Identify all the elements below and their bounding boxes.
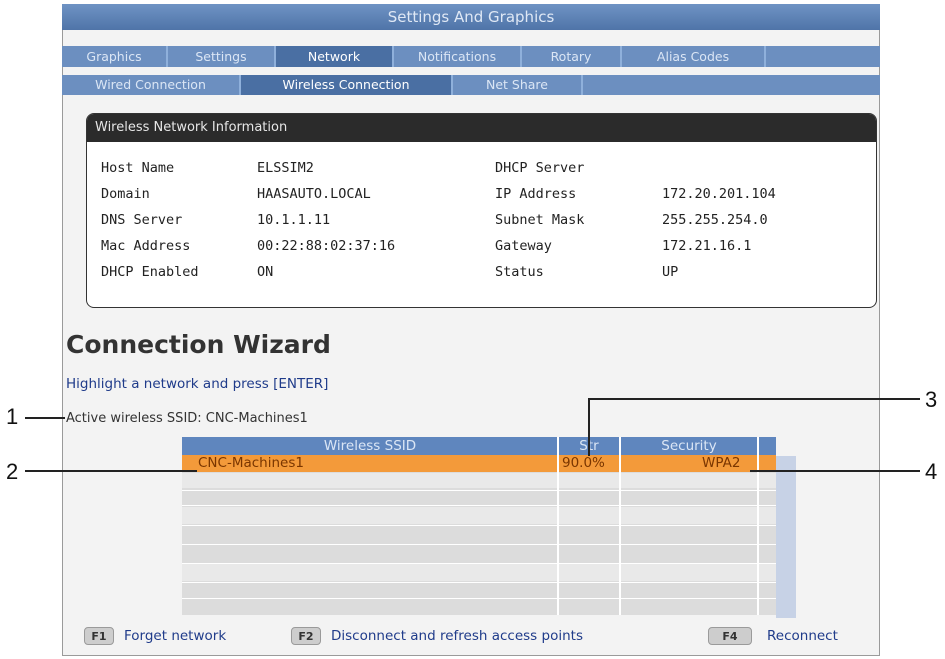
- info-label-gateway: Gateway: [495, 238, 552, 254]
- f1-key[interactable]: F1: [84, 627, 114, 645]
- info-value-ip-address: 172.20.201.104: [662, 186, 776, 202]
- secondary-tab-bar: Wired Connection Wireless Connection Net…: [62, 75, 880, 95]
- wireless-info-panel: Wireless Network Information Host Name E…: [86, 113, 877, 308]
- info-label-dns-server: DNS Server: [101, 212, 183, 228]
- info-value-mac-address: 00:22:88:02:37:16: [257, 238, 396, 254]
- tab-graphics[interactable]: Graphics: [62, 46, 168, 67]
- callout-4: 4: [925, 459, 938, 484]
- tab-rotary[interactable]: Rotary: [522, 46, 622, 67]
- f2-label: Disconnect and refresh access points: [331, 628, 583, 644]
- callout-3: 3: [925, 387, 938, 412]
- primary-tab-bar: Graphics Settings Network Notifications …: [62, 46, 880, 67]
- wizard-hint: Highlight a network and press [ENTER]: [66, 376, 329, 392]
- window-title: Settings And Graphics: [62, 4, 880, 30]
- info-label-status: Status: [495, 264, 544, 280]
- info-panel-title: Wireless Network Information: [87, 114, 876, 142]
- callout-1: 1: [6, 404, 19, 429]
- info-value-subnet-mask: 255.255.254.0: [662, 212, 768, 228]
- callout-3-line-v: [588, 398, 590, 456]
- f4-label: Reconnect: [767, 628, 838, 644]
- info-label-host-name: Host Name: [101, 160, 175, 176]
- tab-notifications[interactable]: Notifications: [394, 46, 522, 67]
- info-value-dhcp-enabled: ON: [257, 264, 274, 280]
- info-value-dns-server: 10.1.1.11: [257, 212, 331, 228]
- network-table-grid: [182, 437, 776, 615]
- tab-wireless-connection[interactable]: Wireless Connection: [241, 75, 453, 95]
- active-ssid-text: Active wireless SSID: CNC-Machines1: [66, 411, 308, 426]
- callout-1-line: [25, 417, 65, 419]
- info-label-ip-address: IP Address: [495, 186, 577, 202]
- tab-settings[interactable]: Settings: [168, 46, 276, 67]
- info-label-dhcp-server: DHCP Server: [495, 160, 585, 176]
- wizard-title: Connection Wizard: [66, 330, 331, 359]
- info-label-subnet-mask: Subnet Mask: [495, 212, 585, 228]
- tab-wired-connection[interactable]: Wired Connection: [62, 75, 241, 95]
- tab-alias-codes[interactable]: Alias Codes: [622, 46, 766, 67]
- callout-2: 2: [6, 459, 19, 484]
- info-value-domain: HAASAUTO.LOCAL: [257, 186, 371, 202]
- column-divider: [557, 437, 559, 615]
- f2-key[interactable]: F2: [291, 627, 321, 645]
- network-table-scroll-track[interactable]: [776, 456, 796, 618]
- info-label-mac-address: Mac Address: [101, 238, 191, 254]
- info-value-gateway: 172.21.16.1: [662, 238, 752, 254]
- callout-3-line-h: [588, 398, 920, 400]
- f4-key[interactable]: F4: [708, 627, 752, 645]
- info-value-status: UP: [662, 264, 679, 280]
- tab-net-share[interactable]: Net Share: [453, 75, 583, 95]
- info-label-domain: Domain: [101, 186, 150, 202]
- info-value-host-name: ELSSIM2: [257, 160, 314, 176]
- callout-4-line: [750, 470, 920, 472]
- column-divider: [757, 437, 759, 615]
- column-divider: [619, 437, 621, 615]
- callout-2-line: [25, 470, 197, 472]
- tab-network[interactable]: Network: [276, 46, 394, 67]
- info-label-dhcp-enabled: DHCP Enabled: [101, 264, 199, 280]
- f1-label: Forget network: [124, 628, 227, 644]
